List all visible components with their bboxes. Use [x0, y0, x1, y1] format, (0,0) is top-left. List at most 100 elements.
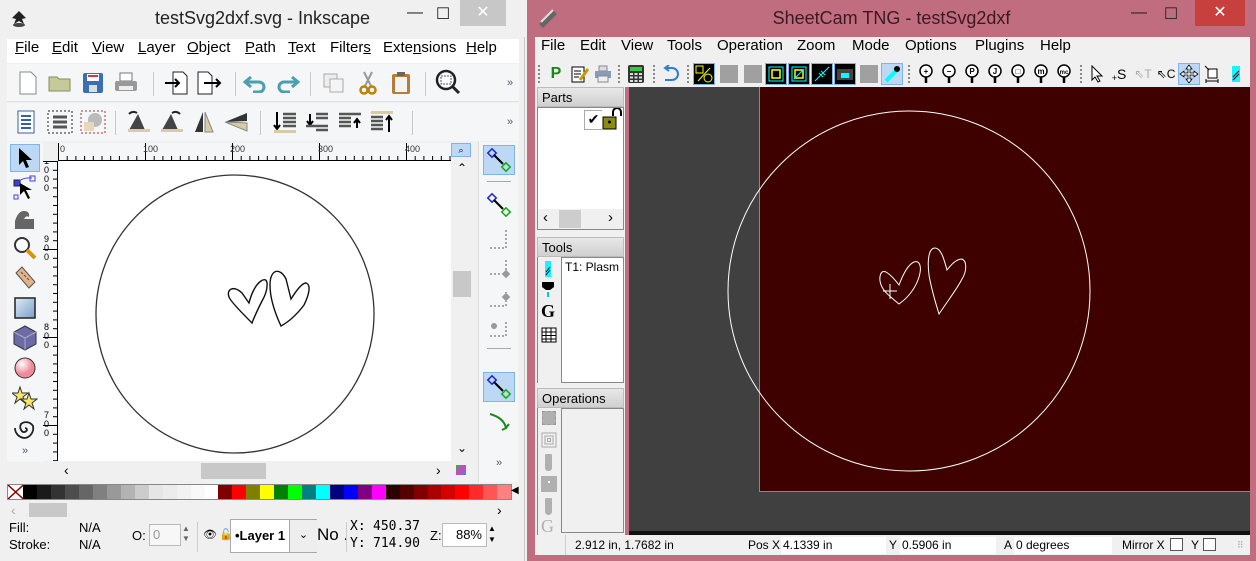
color-swatch[interactable] [176, 485, 191, 499]
color-swatch[interactable] [288, 485, 303, 499]
flip-horizontal-icon[interactable] [191, 109, 217, 135]
menu-view[interactable]: View [621, 37, 653, 54]
angle-input[interactable]: 0 degrees [1014, 537, 1112, 554]
color-swatch[interactable] [260, 485, 275, 499]
visible-checkmark-icon[interactable]: ✔ [584, 110, 602, 130]
select-mode-button[interactable] [1086, 63, 1108, 85]
selector-tool[interactable] [10, 144, 40, 172]
paste-icon[interactable] [388, 70, 414, 96]
gcode-icon[interactable]: G [541, 301, 555, 322]
ellipse-tool[interactable] [10, 354, 40, 382]
rotate-cw-icon[interactable] [158, 109, 184, 135]
small-heart-contour[interactable] [879, 261, 921, 305]
scroll-thumb[interactable] [453, 271, 471, 297]
pos-y-input[interactable]: 0.5906 in [900, 537, 996, 554]
color-swatch[interactable] [93, 485, 107, 499]
color-swatch[interactable] [385, 485, 400, 499]
menu-object[interactable]: Object [187, 39, 230, 56]
zoom-corner-button[interactable]: ⌕ [451, 143, 471, 157]
toolbox-overflow-button[interactable]: » [12, 438, 38, 464]
color-swatch[interactable] [162, 485, 177, 499]
text-mode-button[interactable]: ⇖ T [1132, 63, 1154, 85]
toolbar-grip[interactable] [1080, 65, 1084, 83]
color-swatch[interactable] [399, 485, 414, 499]
color-manage-icon[interactable] [456, 465, 466, 475]
tool-select-button[interactable] [1225, 63, 1247, 85]
layer-visibility-icon[interactable]: 👁 [203, 528, 217, 541]
menu-zoom[interactable]: Zoom [797, 37, 835, 54]
torch-icon[interactable] [541, 281, 555, 299]
zoom-input[interactable]: 88% [442, 523, 487, 547]
snap-bbox-button[interactable] [483, 190, 515, 220]
minimize-button[interactable]: — [405, 4, 425, 26]
color-swatch[interactable] [106, 485, 121, 499]
snap-bbox-corner-button[interactable] [483, 254, 515, 284]
lower-to-bottom-icon[interactable] [272, 109, 298, 135]
gcode-operation-icon[interactable]: G [541, 516, 554, 535]
snap-bbox-midpoint-button[interactable] [483, 284, 515, 314]
menu-extensions[interactable]: Extensions [383, 39, 456, 56]
tool-path-button[interactable] [881, 63, 903, 85]
color-swatch[interactable] [37, 485, 52, 499]
calculator-button[interactable] [625, 63, 647, 85]
mirror-y-checkbox[interactable] [1203, 538, 1216, 551]
plunge-operation-icon[interactable] [541, 476, 557, 492]
tools-list[interactable]: T1: Plasm [561, 257, 624, 383]
menu-edit[interactable]: Edit [580, 37, 606, 54]
snap-toggle-button[interactable] [483, 145, 515, 175]
scroll-right-icon[interactable]: › [497, 502, 502, 518]
menu-filters[interactable]: Filters [330, 39, 371, 56]
plasma-tool-icon[interactable] [543, 260, 553, 278]
menu-file[interactable]: File [541, 37, 565, 54]
fill-stroke-icon[interactable] [80, 109, 106, 135]
snap-nodes-button[interactable] [483, 372, 515, 402]
color-swatch[interactable] [357, 485, 372, 499]
color-swatch[interactable] [427, 485, 442, 499]
drawing-canvas[interactable] [58, 161, 451, 461]
color-swatch[interactable] [120, 485, 135, 499]
menu-help[interactable]: Help [1040, 37, 1071, 54]
inside-contour-button[interactable] [788, 63, 810, 85]
edit-code-button[interactable] [569, 63, 591, 85]
disabled-view-button[interactable] [742, 63, 764, 85]
menu-options[interactable]: Options [905, 37, 957, 54]
color-swatch[interactable] [469, 485, 484, 499]
color-swatch[interactable] [23, 485, 38, 499]
menu-path[interactable]: Path [245, 39, 276, 56]
raise-to-top-icon[interactable] [369, 109, 395, 135]
color-swatch[interactable] [441, 485, 456, 499]
menu-layer[interactable]: Layer [138, 39, 176, 56]
resize-grip-icon[interactable]: ⠿ [1237, 537, 1244, 553]
opacity-spinner[interactable]: ▲ ▼ [182, 524, 192, 546]
drill-operation-icon[interactable] [545, 454, 552, 471]
scroll-left-icon[interactable]: ‹ [11, 502, 16, 518]
zoom-tool[interactable] [10, 234, 40, 262]
plugin-add-button[interactable]: + [915, 63, 937, 85]
color-swatch[interactable] [134, 485, 149, 499]
scroll-left-icon[interactable]: ‹ [64, 462, 69, 478]
menu-tools[interactable]: Tools [667, 37, 702, 54]
unlocked-padlock-icon[interactable] [601, 108, 623, 130]
cut-direction-button[interactable]: ⇖ C [1155, 63, 1177, 85]
drawn-circle[interactable] [95, 174, 375, 454]
color-swatch[interactable] [51, 485, 66, 499]
color-swatch[interactable] [148, 485, 163, 499]
undo-button[interactable] [659, 63, 681, 85]
no-paint-swatch[interactable] [8, 485, 24, 499]
snap-path-button[interactable] [483, 408, 515, 438]
pos-x-input[interactable]: 4.1339 in [781, 537, 886, 554]
palette-scrollbar[interactable]: ‹ › [7, 501, 512, 519]
menu-view[interactable]: View [92, 39, 124, 56]
pocket-operation-icon[interactable] [541, 432, 557, 448]
color-swatch[interactable] [316, 485, 330, 499]
color-swatch[interactable] [79, 485, 94, 499]
save-icon[interactable] [80, 70, 106, 96]
3d-box-tool[interactable] [10, 324, 40, 352]
parts-list[interactable]: ✔ ‹ › [537, 107, 624, 230]
toolbar-grip[interactable] [653, 65, 657, 83]
close-button[interactable]: ✕ [1195, 0, 1245, 26]
cut-circle[interactable] [727, 110, 1091, 472]
color-swatch[interactable] [343, 485, 358, 499]
color-swatch[interactable] [371, 485, 386, 499]
open-folder-icon[interactable] [47, 70, 73, 96]
